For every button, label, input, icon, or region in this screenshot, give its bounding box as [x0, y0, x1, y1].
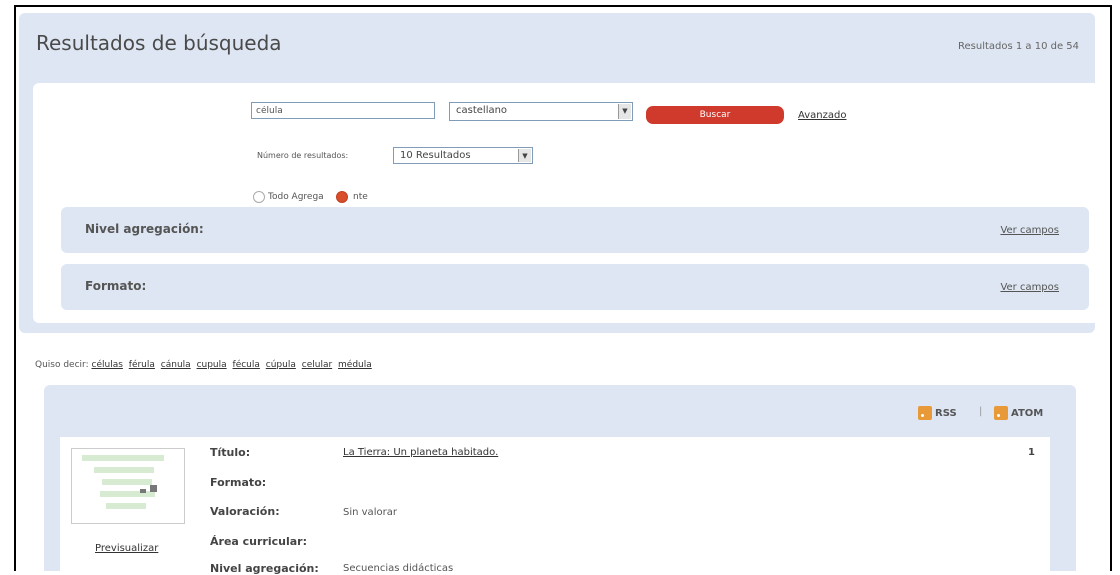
facet-ver-campos-link[interactable]: Ver campos [1000, 225, 1059, 236]
atom-feed-link[interactable]: ATOM [994, 406, 1043, 420]
preview-link[interactable]: Previsualizar [95, 543, 158, 554]
suggestion-link[interactable]: médula [338, 360, 372, 370]
radio-todo-agrega[interactable] [253, 191, 265, 203]
thumbnail-band [82, 455, 164, 461]
dropdown-arrow-icon: ▼ [518, 149, 531, 162]
dropdown-arrow-icon: ▼ [618, 104, 631, 119]
atom-label: ATOM [1011, 408, 1044, 419]
thumbnail-band [106, 503, 146, 509]
language-select[interactable]: castellano ▼ [449, 102, 633, 121]
field-label-nivel-agregacion: Nivel agregación: [210, 562, 319, 575]
facet-title: Formato: [85, 279, 147, 293]
num-results-label: Número de resultados: [257, 151, 349, 160]
rss-feed-link[interactable]: RSS [918, 406, 957, 420]
suggestion-link[interactable]: células [92, 360, 123, 370]
suggestion-link[interactable]: celular [302, 360, 332, 370]
facet-nivel-agregacion: Nivel agregación: Ver campos [61, 207, 1089, 253]
field-value-nivel-agregacion: Secuencias didácticas [343, 563, 454, 574]
suggestion-link[interactable]: cánula [161, 360, 191, 370]
thumbnail-band [100, 491, 155, 497]
field-value-valoracion: Sin valorar [343, 507, 397, 518]
num-results-select[interactable]: 10 Resultados ▼ [393, 147, 533, 164]
thumbnail-band [94, 467, 154, 473]
result-index: 1 [1028, 447, 1035, 458]
num-results-value: 10 Resultados [400, 150, 471, 161]
feed-separator: | [979, 406, 983, 417]
did-you-mean: Quiso decir: células férula cánula cupul… [35, 360, 375, 370]
thumbnail-block [140, 489, 146, 493]
result-thumbnail[interactable] [71, 448, 185, 524]
suggestion-link[interactable]: cupula [197, 360, 227, 370]
language-select-value: castellano [456, 105, 508, 116]
search-input[interactable] [251, 102, 435, 119]
rss-icon [918, 406, 932, 420]
field-label-titulo: Título: [210, 446, 251, 459]
facet-ver-campos-link[interactable]: Ver campos [1000, 282, 1059, 293]
atom-icon [994, 406, 1008, 420]
search-button[interactable]: Buscar [646, 106, 784, 124]
page-title: Resultados de búsqueda [36, 31, 282, 55]
facet-title: Nivel agregación: [85, 222, 204, 236]
suggestion-link[interactable]: cúpula [266, 360, 296, 370]
suggestion-link[interactable]: fécula [233, 360, 260, 370]
result-title-link[interactable]: La Tierra: Un planeta habitado. [343, 447, 498, 458]
field-label-area-curricular: Área curricular: [210, 535, 307, 548]
radio-todo-agrega-label: Todo Agrega [268, 192, 324, 202]
results-count: Resultados 1 a 10 de 54 [958, 41, 1080, 52]
thumbnail-block [150, 485, 157, 492]
advanced-search-link[interactable]: Avanzado [798, 110, 846, 121]
radio-nte[interactable] [336, 191, 348, 203]
rss-label: RSS [935, 408, 957, 419]
field-label-valoracion: Valoración: [210, 505, 280, 518]
radio-nte-label: nte [353, 192, 368, 202]
result-item [60, 437, 1050, 571]
suggestion-link[interactable]: férula [129, 360, 155, 370]
did-you-mean-label: Quiso decir: [35, 360, 89, 370]
thumbnail-band [102, 479, 152, 485]
field-label-formato: Formato: [210, 476, 267, 489]
facet-formato: Formato: Ver campos [61, 264, 1089, 310]
